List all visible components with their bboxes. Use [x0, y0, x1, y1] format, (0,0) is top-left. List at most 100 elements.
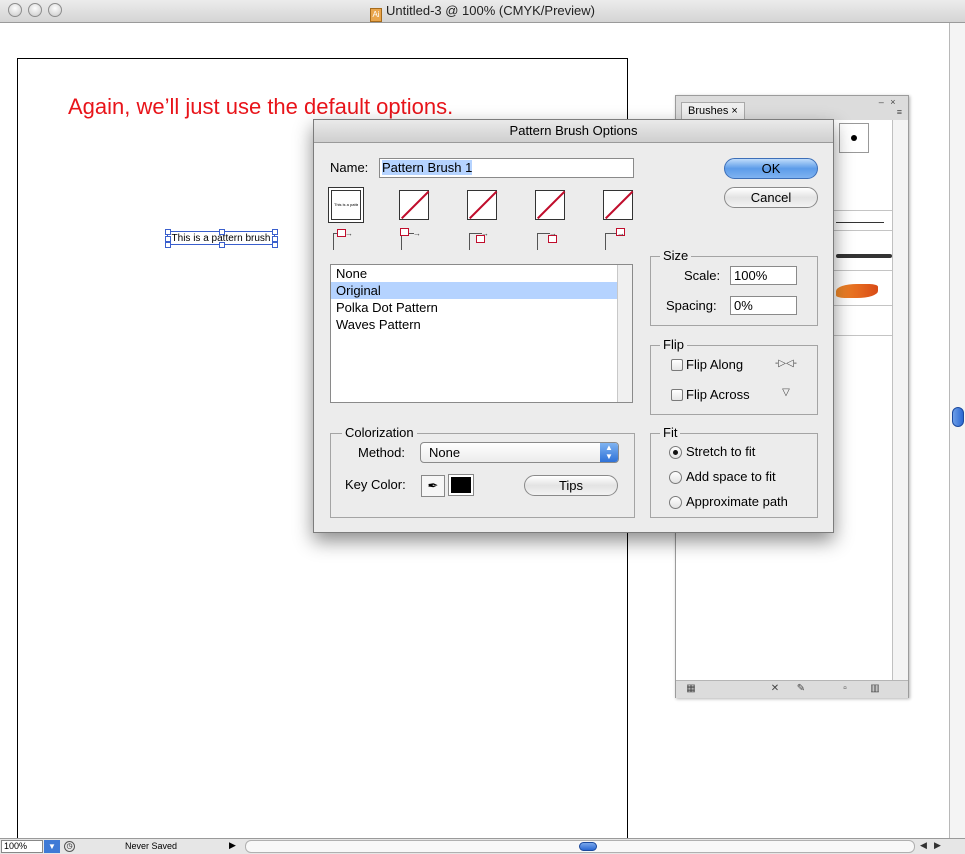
stretch-to-fit-label[interactable]: Stretch to fit	[686, 444, 755, 459]
end-tile-button[interactable]	[603, 190, 633, 220]
tutorial-annotation: Again, we’ll just use the default option…	[68, 94, 454, 119]
flip-across-checkbox[interactable]	[671, 389, 683, 401]
selection-handle[interactable]	[219, 229, 225, 235]
selection-handle[interactable]	[272, 229, 278, 235]
scroll-left-icon[interactable]: ◀	[920, 840, 927, 851]
brush-options-icon[interactable]: ✎	[794, 683, 808, 695]
selection-handle[interactable]	[219, 242, 225, 248]
outer-corner-tile-button[interactable]	[399, 190, 429, 220]
brushes-tab[interactable]: Brushes ×	[681, 102, 745, 119]
scale-input[interactable]: 100%	[730, 266, 797, 285]
no-tile-slash-icon	[605, 190, 633, 219]
pattern-option-none[interactable]: None	[331, 265, 632, 282]
fit-group-title: Fit	[660, 425, 681, 440]
spacing-input[interactable]: 0%	[730, 296, 797, 315]
pattern-list-scrollbar[interactable]	[617, 265, 632, 402]
side-tile-button[interactable]: This is a pattern brush	[331, 190, 361, 220]
remove-brush-stroke-icon[interactable]: ✕	[768, 683, 782, 695]
brushes-panel-footer: ▦ ✕ ✎ ▫ ▥	[676, 680, 908, 698]
pattern-option-waves[interactable]: Waves Pattern	[331, 316, 632, 333]
vertical-scroll-thumb[interactable]	[952, 407, 964, 427]
fit-group: Fit Stretch to fit Add space to fit Appr…	[650, 425, 818, 518]
brush-row-divider	[832, 230, 892, 231]
flip-group-title: Flip	[660, 337, 687, 352]
calligraphic-brush-stroke[interactable]	[836, 222, 884, 223]
pattern-option-original[interactable]: Original	[331, 282, 632, 299]
dialog-title: Pattern Brush Options	[314, 120, 833, 143]
selection-handle[interactable]	[165, 242, 171, 248]
inner-corner-tile-button[interactable]	[467, 190, 497, 220]
flip-along-label[interactable]: Flip Along	[686, 357, 743, 372]
pattern-option-polka-dot[interactable]: Polka Dot Pattern	[331, 299, 632, 316]
scale-label: Scale:	[684, 268, 721, 283]
colorization-group-title: Colorization	[342, 425, 417, 440]
spacing-label: Spacing:	[666, 298, 717, 313]
side-tile-icon: →	[331, 227, 355, 250]
status-bar: 100% ▼ ◷ Never Saved ▶ ◀ ▶	[0, 838, 965, 854]
brush-row-divider	[832, 305, 892, 306]
art-brush-stroke[interactable]	[836, 254, 892, 258]
start-tile-button[interactable]	[535, 190, 565, 220]
selection-handle[interactable]	[272, 242, 278, 248]
tips-button[interactable]: Tips	[524, 475, 618, 496]
flip-across-label[interactable]: Flip Across	[686, 387, 750, 402]
new-brush-icon[interactable]: ▫	[838, 683, 852, 695]
save-status-text: Never Saved	[125, 841, 178, 851]
approximate-path-label[interactable]: Approximate path	[686, 494, 788, 509]
key-color-fill	[451, 477, 471, 493]
brush-libraries-icon[interactable]: ▦	[684, 683, 698, 695]
no-tile-slash-icon	[537, 190, 565, 219]
outer-corner-tile-icon: →	[399, 227, 423, 250]
flip-group: Flip Flip Along -▷◁- Flip Across ▽	[650, 337, 818, 415]
brushes-panel-scrollbar[interactable]	[892, 120, 908, 680]
brush-row-divider	[832, 335, 892, 336]
size-group: Size Scale: 100% Spacing: 0%	[650, 248, 818, 326]
eyedropper-icon[interactable]: ✒	[421, 475, 445, 497]
ok-button[interactable]: OK	[724, 158, 818, 179]
status-menu-arrow-icon[interactable]: ▶	[229, 840, 236, 851]
pattern-swatch-list[interactable]: None Original Polka Dot Pattern Waves Pa…	[330, 264, 633, 403]
horizontal-scrollbar[interactable]	[245, 840, 915, 853]
flip-along-icon: -▷◁-	[774, 358, 798, 369]
method-label: Method:	[358, 445, 405, 460]
horizontal-scroll-thumb[interactable]	[579, 842, 597, 851]
paint-brush-stroke[interactable]	[836, 284, 878, 298]
cancel-button[interactable]: Cancel	[724, 187, 818, 208]
window-titlebar: Ai Untitled-3 @ 100% (CMYK/Preview)	[0, 0, 965, 23]
scroll-right-icon[interactable]: ▶	[934, 840, 941, 851]
illustrator-document-icon: Ai	[370, 8, 382, 22]
method-value: None	[429, 445, 461, 460]
add-space-to-fit-label[interactable]: Add space to fit	[686, 469, 776, 484]
side-tile-preview: This is a pattern brush	[334, 202, 358, 207]
brush-row-divider	[832, 270, 892, 271]
close-tab-icon[interactable]: ×	[731, 105, 737, 117]
zoom-level-input[interactable]: 100%	[1, 840, 43, 853]
end-tile-icon: →	[603, 227, 627, 250]
flip-across-icon: ▽	[782, 387, 790, 398]
brush-name-input[interactable]: Pattern Brush 1	[379, 158, 634, 178]
key-color-swatch[interactable]	[448, 474, 474, 496]
vertical-scrollbar[interactable]	[949, 23, 965, 838]
version-cue-icon[interactable]: ◷	[64, 841, 75, 852]
key-color-label: Key Color:	[345, 477, 406, 492]
delete-brush-icon[interactable]: ▥	[868, 683, 882, 695]
approximate-path-radio[interactable]	[669, 496, 682, 509]
no-tile-slash-icon	[469, 190, 497, 219]
zoom-dropdown-icon[interactable]: ▼	[44, 840, 60, 853]
inner-corner-tile-icon: →	[467, 227, 491, 250]
select-arrows-icon: ▲ ▼	[600, 443, 618, 462]
selection-handle[interactable]	[165, 229, 171, 235]
brush-name-value: Pattern Brush 1	[382, 160, 473, 175]
round-brush-swatch[interactable]	[839, 123, 869, 153]
window-title-text: Untitled-3 @ 100% (CMYK/Preview)	[386, 3, 595, 18]
colorization-method-select[interactable]: None ▲ ▼	[420, 442, 619, 463]
flip-along-checkbox[interactable]	[671, 359, 683, 371]
window-title: Ai Untitled-3 @ 100% (CMYK/Preview)	[0, 3, 965, 22]
stretch-to-fit-radio[interactable]	[669, 446, 682, 459]
name-label: Name:	[330, 160, 369, 175]
pattern-brush-options-dialog: Pattern Brush Options Name: Pattern Brus…	[313, 119, 834, 533]
panel-menu-icon[interactable]: – × ≡	[879, 97, 904, 117]
add-space-to-fit-radio[interactable]	[669, 471, 682, 484]
brushes-panel-header: Brushes × – × ≡	[676, 96, 908, 121]
brush-row-divider	[832, 210, 892, 211]
